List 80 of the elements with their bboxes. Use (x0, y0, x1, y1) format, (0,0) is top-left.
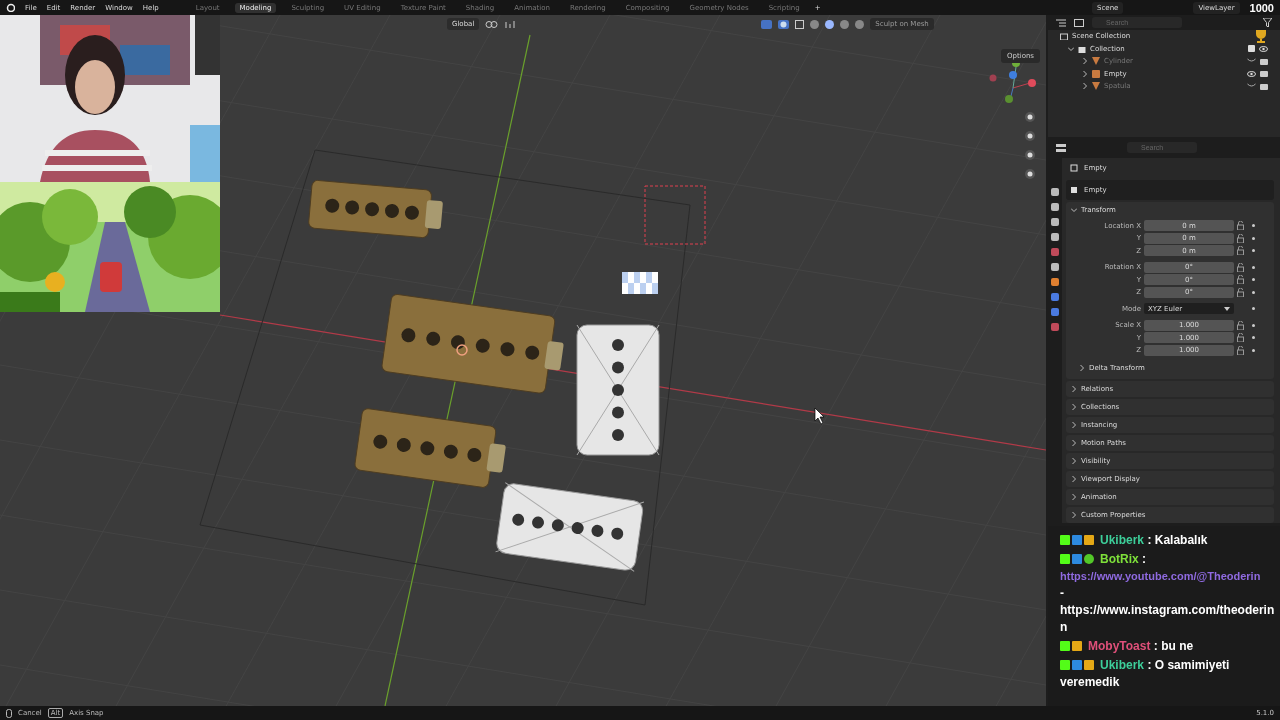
blender-logo-icon[interactable] (6, 3, 15, 12)
empty-bounds-outline (644, 185, 706, 245)
chevron-icon[interactable] (1071, 494, 1077, 500)
keyframe-dot-icon[interactable] (1252, 265, 1255, 269)
mouse-cursor-icon (814, 407, 825, 425)
empty-object-icon (1070, 186, 1078, 194)
chevron-icon[interactable] (1071, 512, 1077, 518)
chat-message: bu ne (1161, 639, 1194, 653)
keyframe-dot-icon[interactable] (1252, 348, 1255, 352)
mesh-triangle-icon (1092, 82, 1100, 91)
mesh-triangle-icon (1092, 57, 1100, 66)
points-counter: 1000 (1249, 1, 1274, 14)
lock-icon[interactable] (1237, 246, 1244, 256)
origin-icon (456, 344, 468, 356)
moderator-badge-icon (1072, 660, 1082, 670)
chat-separator: : (1153, 639, 1158, 653)
chevron-icon[interactable] (1071, 207, 1077, 213)
overlay-toggle-icon[interactable] (778, 19, 790, 29)
chat-message: O samimiyeti (1154, 658, 1230, 672)
lock-icon[interactable] (1237, 345, 1244, 355)
closed-eye-icon[interactable] (1247, 58, 1256, 65)
collection-box-icon (1078, 44, 1086, 53)
empty-object-icon (1070, 164, 1078, 172)
chevron-icon[interactable] (1071, 404, 1077, 410)
chat-message: veremedik (1060, 674, 1121, 691)
chevron-icon[interactable] (1079, 365, 1085, 371)
lock-icon[interactable] (1237, 262, 1244, 272)
keyframe-dot-icon[interactable] (1252, 278, 1255, 282)
chevron-icon[interactable] (1071, 476, 1077, 482)
chevron-icon[interactable] (1071, 386, 1077, 392)
keyframe-dot-icon[interactable] (1252, 236, 1255, 240)
chat-username: MobyToast (1088, 639, 1151, 653)
lock-icon[interactable] (1237, 333, 1244, 343)
mouse-icon (6, 708, 12, 718)
filter-view-icon[interactable] (1074, 18, 1084, 27)
keyframe-dot-icon[interactable] (1252, 249, 1255, 253)
shading-mode-button[interactable] (840, 19, 850, 29)
chat-message: Kalabalık (1154, 533, 1208, 547)
filter-icon[interactable] (1263, 18, 1272, 27)
lock-icon[interactable] (1237, 320, 1244, 330)
chat-username: Ukiberk (1100, 658, 1145, 672)
keyframe-dot-icon[interactable] (1252, 290, 1255, 294)
editor-type-icon[interactable] (1056, 143, 1066, 152)
keyframe-dot-icon[interactable] (1252, 336, 1255, 340)
collection-box-icon (1060, 32, 1068, 41)
eye-icon[interactable] (1259, 45, 1268, 52)
xray-icon[interactable] (795, 19, 805, 29)
lock-icon[interactable] (1237, 221, 1244, 231)
chat-separator: : (1142, 552, 1146, 566)
link-icon[interactable] (485, 19, 500, 29)
keyframe-dot-icon[interactable] (1252, 224, 1255, 228)
display-mode-icon[interactable] (1056, 18, 1066, 27)
chat-username: BotRix (1100, 552, 1139, 566)
chevron-icon[interactable] (1071, 440, 1077, 446)
checker-image-plane (622, 272, 658, 294)
chevron-icon[interactable] (1071, 422, 1077, 428)
caret-icon (1224, 306, 1230, 311)
chevron-icon[interactable] (1071, 458, 1077, 464)
lock-icon[interactable] (1237, 275, 1244, 285)
closed-eye-icon[interactable] (1247, 83, 1256, 90)
empty-object-icon (1092, 69, 1100, 78)
chat-username: Ukiberk (1100, 533, 1145, 547)
chat-separator: : (1147, 533, 1152, 547)
lock-icon[interactable] (1237, 233, 1244, 243)
verified-badge-icon (1084, 554, 1094, 564)
shading-mode-button[interactable] (825, 19, 835, 29)
keyframe-dot-icon[interactable] (1252, 323, 1255, 327)
chat-separator: : (1147, 658, 1152, 672)
keyframe-dot-icon[interactable] (1252, 307, 1255, 311)
shading-mode-button[interactable] (810, 19, 820, 29)
shading-mode-button[interactable] (855, 19, 865, 29)
lock-icon[interactable] (1237, 287, 1244, 297)
checkbox-icon[interactable] (1248, 45, 1255, 53)
chat-message: - (1060, 585, 1065, 602)
chat-link[interactable]: https://www.youtube.com/@Theoderin (1060, 568, 1261, 585)
expand-chevron-icon[interactable] (1068, 45, 1074, 52)
gizmo-toggle-icon[interactable] (761, 19, 773, 29)
eye-icon[interactable] (1247, 70, 1256, 77)
crown-badge-icon (1084, 535, 1094, 545)
trophy-icon (1254, 29, 1268, 44)
